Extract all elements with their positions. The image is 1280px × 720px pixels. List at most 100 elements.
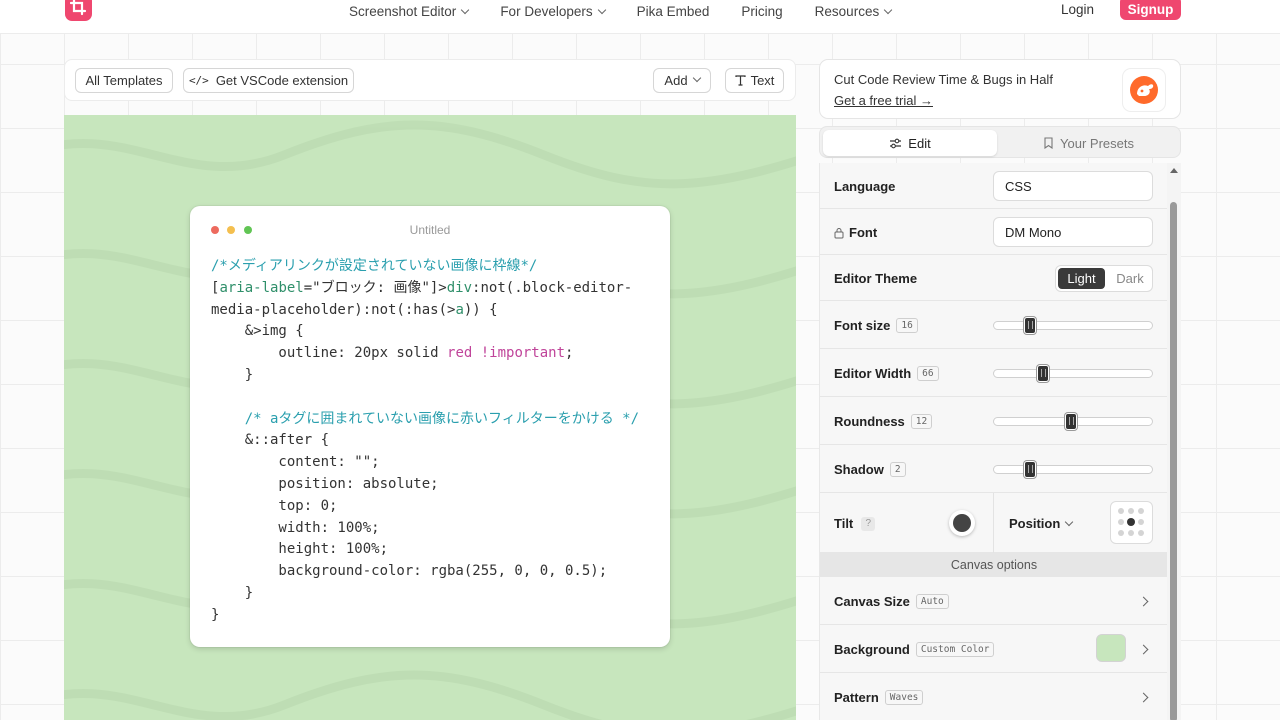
vscode-extension-button[interactable]: </> Get VSCode extension [183, 68, 354, 93]
roundness-slider[interactable] [993, 413, 1153, 430]
login-link[interactable]: Login [1061, 2, 1094, 17]
crop-icon [70, 0, 87, 16]
font-size-slider-thumb[interactable] [1023, 317, 1036, 334]
pattern-label: Pattern Waves [834, 690, 924, 705]
code-line: width: 100%; [211, 519, 380, 536]
promo-title: Cut Code Review Time & Bugs in Half [834, 72, 1053, 87]
code-line: &::after { [211, 432, 330, 449]
code-line: /*メディアリンクが設定されていない画像に枠線*/ [211, 258, 538, 274]
chevron-right-icon [1138, 692, 1149, 703]
roundness-slider-thumb[interactable] [1065, 413, 1078, 430]
font-select[interactable]: DM Mono [993, 217, 1153, 247]
nav-link-resources[interactable]: Resources [815, 4, 893, 19]
divider [993, 493, 994, 553]
position-grid[interactable] [1110, 501, 1153, 544]
editor-width-badge: 66 [917, 366, 939, 381]
coderabbit-logo[interactable] [1123, 69, 1165, 111]
tab-your-presets[interactable]: Your Presets [1000, 130, 1178, 156]
tilt-position-row: Tilt ? Position [820, 493, 1167, 553]
editor-width-row: Editor Width 66 [820, 349, 1167, 397]
tab-edit[interactable]: Edit [823, 130, 997, 156]
background-badge: Custom Color [915, 642, 995, 657]
signup-button[interactable]: Signup [1120, 0, 1181, 20]
language-row: Language CSS [820, 163, 1167, 209]
editor-theme-label: Editor Theme [834, 271, 918, 286]
shadow-slider-thumb[interactable] [1023, 461, 1036, 478]
code-editor[interactable]: /*メディアリンクが設定されていない画像に枠線*/ [aria-label="ブロ… [211, 256, 639, 627]
language-select[interactable]: CSS [993, 171, 1153, 201]
pattern-row[interactable]: Pattern Waves [820, 673, 1167, 720]
nav-link-pricing[interactable]: Pricing [741, 4, 782, 19]
chevron-down-icon [597, 5, 606, 14]
scroll-up-icon[interactable] [1170, 168, 1178, 173]
promo-trial-link[interactable]: Get a free trial → [834, 93, 933, 108]
code-line: media-placeholder):not(:has(>a)) { [211, 301, 498, 318]
bookmark-icon [1044, 137, 1053, 149]
code-line: } [211, 584, 254, 601]
editor-width-label: Editor Width 66 [834, 366, 939, 381]
font-size-row: Font size 16 [820, 301, 1167, 349]
background-label: Background Custom Color [834, 642, 995, 657]
background-row[interactable]: Background Custom Color [820, 625, 1167, 673]
code-line: /* aタグに囲まれていない画像に赤いフィルターをかける */ [211, 410, 640, 427]
shadow-label: Shadow 2 [834, 462, 906, 477]
all-templates-button[interactable]: All Templates [75, 68, 173, 93]
font-size-badge: 16 [896, 318, 918, 333]
top-nav: Screenshot Editor For Developers Pika Embe… [0, 0, 1280, 34]
chevron-down-icon [692, 73, 701, 82]
screenshot-canvas[interactable]: Untitled /*メディアリンクが設定されていない画像に枠線*/ [aria-… [64, 115, 796, 720]
promo-card: Cut Code Review Time & Bugs in Half Get … [819, 59, 1181, 119]
roundness-badge: 12 [910, 414, 933, 429]
code-line: top: 0; [211, 497, 338, 514]
tilt-label: Tilt ? [834, 516, 876, 531]
help-icon[interactable]: ? [861, 516, 876, 531]
code-line: background-color: rgba(255, 0, 0, 0.5); [211, 563, 608, 580]
code-line: height: 100%; [211, 541, 389, 558]
position-dropdown[interactable]: Position [1009, 516, 1074, 531]
canvas-size-row[interactable]: Canvas Size Auto [820, 577, 1167, 625]
roundness-row: Roundness 12 [820, 397, 1167, 445]
code-window[interactable]: Untitled /*メディアリンクが設定されていない画像に枠線*/ [aria-… [190, 206, 670, 647]
theme-dark-option[interactable]: Dark [1109, 268, 1151, 289]
font-size-slider[interactable] [993, 317, 1153, 334]
theme-light-option[interactable]: Light [1058, 268, 1105, 289]
chevron-right-icon [1138, 644, 1149, 655]
font-row: Font DM Mono [820, 209, 1167, 255]
editor-width-slider-thumb[interactable] [1036, 365, 1049, 382]
roundness-label: Roundness 12 [834, 414, 933, 429]
language-label: Language [834, 179, 896, 194]
chevron-down-icon [461, 5, 470, 14]
chevron-down-icon [883, 5, 893, 14]
window-title[interactable]: Untitled [190, 223, 670, 237]
tilt-knob[interactable] [949, 510, 975, 536]
font-size-label: Font size 16 [834, 318, 918, 333]
nav-link-for-developers[interactable]: For Developers [500, 4, 606, 19]
code-line: content: ""; [211, 454, 380, 471]
nav-link-screenshot-editor[interactable]: Screenshot Editor [349, 4, 470, 19]
editor-toolbar: All Templates </> Get VSCode extension A… [64, 59, 796, 101]
settings-panel: Language CSS Font DM Mono Editor Theme L… [819, 163, 1167, 720]
nav-links: Screenshot Editor For Developers Pika Embe… [349, 0, 923, 22]
shadow-slider[interactable] [993, 461, 1153, 478]
chevron-down-icon [1065, 517, 1074, 526]
pattern-badge: Waves [884, 690, 924, 705]
scrollbar-thumb[interactable] [1170, 202, 1177, 720]
code-line: outline: 20px solid red !important; [211, 345, 574, 362]
lock-icon [834, 227, 844, 238]
editor-theme-row: Editor Theme Light Dark [820, 255, 1167, 301]
code-line: } [211, 606, 220, 623]
text-icon [734, 75, 746, 86]
code-line: position: absolute; [211, 475, 439, 492]
add-button[interactable]: Add [653, 68, 711, 93]
panel-tabs: Edit Your Presets [819, 126, 1181, 158]
pika-logo[interactable] [65, 0, 92, 21]
canvas-size-label: Canvas Size Auto [834, 594, 949, 609]
nav-link-pika-embed[interactable]: Pika Embed [637, 4, 710, 19]
editor-width-slider[interactable] [993, 365, 1153, 382]
code-line: [aria-label="ブロック: 画像"]>div:not(.block-e… [211, 279, 633, 296]
tilt-knob-dot [953, 514, 971, 532]
add-text-button[interactable]: Text [725, 68, 784, 93]
panel-scrollbar[interactable] [1167, 163, 1181, 720]
background-swatch[interactable] [1096, 634, 1126, 662]
